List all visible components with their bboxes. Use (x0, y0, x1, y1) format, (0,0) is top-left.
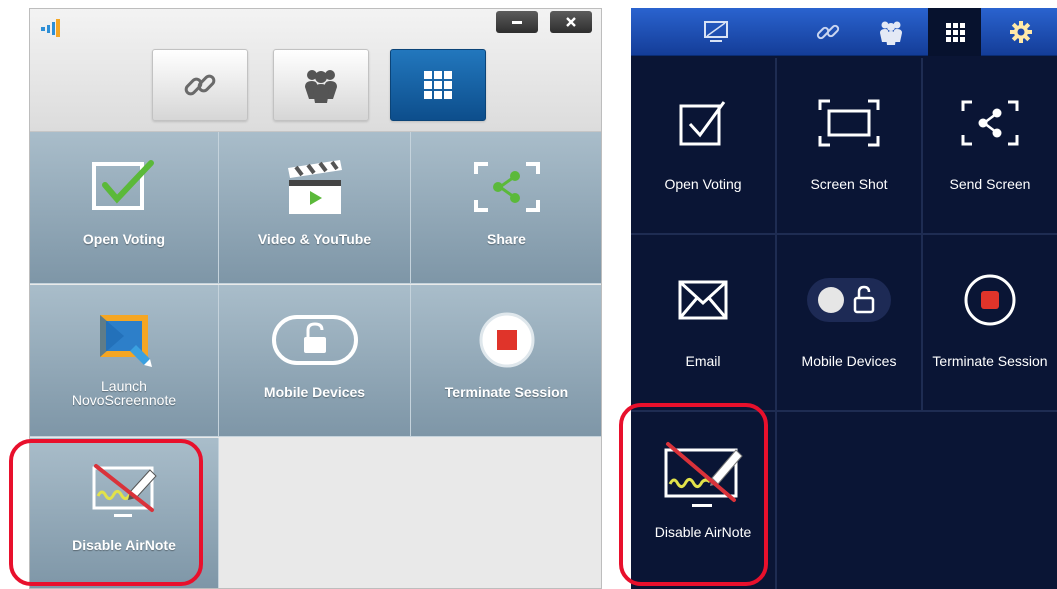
tile-disable-airnote[interactable]: Disable AirNote (30, 438, 219, 588)
link-icon (180, 65, 220, 105)
tile-label: Video & YouTube (257, 231, 372, 247)
checkbox-icon (678, 92, 728, 154)
tab-settings[interactable] (995, 8, 1047, 56)
tile-label: Screen Shot (810, 176, 888, 192)
tile-label: Launch NovoScreennote (71, 378, 177, 408)
stop-icon (477, 309, 537, 371)
tile-send-screen[interactable]: Send Screen (923, 58, 1057, 235)
tile-label: Share (487, 231, 526, 247)
airnote-disabled-icon (86, 462, 162, 524)
tile-mobile-devices[interactable]: Mobile Devices (219, 285, 411, 437)
stop-icon (963, 269, 1017, 331)
tile-label: Send Screen (949, 176, 1031, 192)
display-icon (702, 18, 730, 46)
grid-icon (941, 18, 969, 46)
tile-email[interactable]: Email (631, 235, 777, 412)
toggle-lock-icon (805, 269, 893, 331)
minimize-button[interactable] (496, 11, 538, 33)
share-icon (960, 92, 1020, 154)
tile-label: Terminate Session (444, 384, 569, 400)
desktop-app-window: Open Voting Video & YouTube Share Launch… (29, 8, 602, 589)
tile-open-voting[interactable]: Open Voting (631, 58, 777, 235)
checkbox-icon (91, 156, 157, 218)
tab-users[interactable] (865, 8, 917, 56)
close-button[interactable] (550, 11, 592, 33)
top-tab-bar (631, 8, 1057, 56)
tile-open-voting[interactable]: Open Voting (30, 132, 219, 284)
airnote-disabled-icon (660, 438, 746, 510)
grid-icon (418, 65, 458, 105)
tile-label: Mobile Devices (263, 384, 366, 400)
tile-label: Mobile Devices (801, 353, 897, 369)
desktop-header (30, 9, 601, 132)
screenshot-icon (817, 92, 881, 154)
tile-screen-shot[interactable]: Screen Shot (777, 58, 923, 235)
tile-label: Disable AirNote (72, 537, 176, 553)
android-app-screen: Open Voting Screen Shot Send Screen Emai… (631, 8, 1057, 589)
envelope-icon (677, 269, 729, 331)
tab-link[interactable] (152, 49, 248, 121)
app-logo-icon (40, 18, 62, 38)
tab-apps[interactable] (928, 8, 981, 56)
tile-label: Open Voting (664, 176, 742, 192)
clapperboard-icon (284, 156, 346, 218)
tab-display[interactable] (673, 8, 759, 56)
tab-apps[interactable] (390, 49, 486, 121)
tile-label: Terminate Session (932, 353, 1048, 369)
tile-label: Email (685, 353, 721, 369)
tile-share[interactable]: Share (411, 132, 601, 284)
tile-terminate-session[interactable]: Terminate Session (923, 235, 1057, 412)
tile-video-youtube[interactable]: Video & YouTube (219, 132, 411, 284)
tab-link[interactable] (803, 8, 853, 56)
tile-disable-airnote[interactable]: Disable AirNote (631, 412, 777, 589)
link-icon (814, 18, 842, 46)
tile-terminate-session[interactable]: Terminate Session (411, 285, 601, 437)
users-icon (301, 65, 341, 105)
screennote-icon (94, 309, 154, 371)
share-icon (472, 156, 542, 218)
users-icon (877, 18, 905, 46)
tile-label: Open Voting (82, 231, 166, 247)
tile-mobile-devices[interactable]: Mobile Devices (777, 235, 923, 412)
tile-label: Disable AirNote (654, 524, 752, 540)
gear-icon (1007, 18, 1035, 46)
tile-launch-novoscreennote[interactable]: Launch NovoScreennote (30, 285, 219, 437)
unlock-icon (271, 309, 359, 371)
tab-users[interactable] (273, 49, 369, 121)
